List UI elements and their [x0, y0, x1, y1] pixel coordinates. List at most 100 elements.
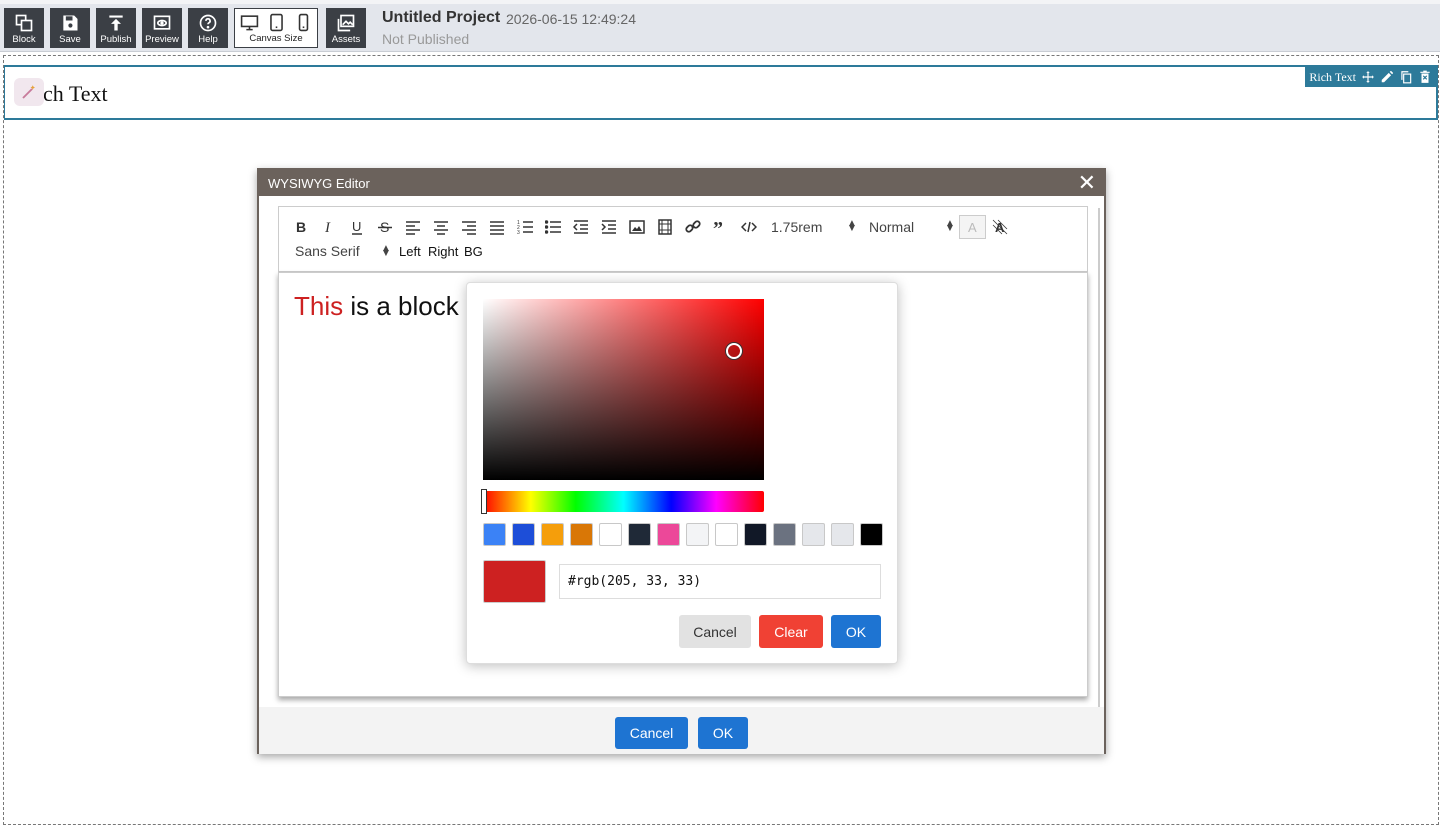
tablet-icon[interactable]	[267, 13, 286, 32]
video-icon[interactable]	[655, 217, 675, 237]
color-swatch[interactable]	[860, 523, 883, 546]
color-swatch[interactable]	[628, 523, 651, 546]
direction-left-button[interactable]: Left	[399, 244, 421, 259]
assets-icon	[337, 14, 355, 32]
color-swatch[interactable]	[773, 523, 796, 546]
modal-title: WYSIWYG Editor	[268, 176, 370, 191]
background-button[interactable]: BG	[464, 244, 483, 259]
preview-label: Preview	[145, 34, 179, 45]
strikethrough-icon[interactable]: S	[375, 217, 395, 237]
color-swatch[interactable]	[831, 523, 854, 546]
image-icon[interactable]	[627, 217, 647, 237]
color-swatch[interactable]	[686, 523, 709, 546]
color-swatches	[483, 523, 883, 546]
link-icon[interactable]	[683, 217, 703, 237]
help-label: Help	[198, 34, 218, 45]
project-datetime: 2026-06-15 12:49:24	[506, 11, 636, 27]
magic-wand-icon[interactable]	[14, 78, 44, 106]
indent-icon[interactable]	[599, 217, 619, 237]
rich-text-block[interactable]: ch Text Rich Text	[4, 65, 1438, 120]
color-swatch[interactable]	[541, 523, 564, 546]
italic-icon[interactable]: I	[319, 217, 339, 237]
color-value-input[interactable]	[559, 564, 881, 599]
picker-cancel-button[interactable]: Cancel	[679, 615, 751, 648]
color-picker-popup: Cancel Clear OK	[466, 282, 898, 664]
hue-slider[interactable]	[481, 489, 764, 514]
editor-text: This is a block	[294, 291, 459, 322]
font-size-select-arrow-icon: ▲ ▼	[847, 218, 857, 234]
copy-icon[interactable]	[1399, 70, 1413, 84]
color-swatch[interactable]	[657, 523, 680, 546]
font-family-select-arrow-icon: ▲ ▼	[381, 243, 391, 259]
bold-icon[interactable]: B	[291, 217, 311, 237]
move-icon[interactable]	[1361, 70, 1375, 84]
direction-right-button[interactable]: Right	[428, 244, 458, 259]
align-justify-icon[interactable]	[487, 217, 507, 237]
help-button[interactable]: Help	[188, 8, 228, 48]
save-button[interactable]: Save	[50, 8, 90, 48]
svg-text:A: A	[968, 220, 977, 235]
publish-status: Not Published	[382, 31, 470, 47]
paragraph-style-select-arrow-icon: ▲ ▼	[945, 218, 955, 234]
picker-ok-button[interactable]: OK	[831, 615, 881, 648]
rich-text-content: ch Text	[43, 81, 108, 106]
align-center-icon[interactable]	[431, 217, 451, 237]
canvas-size-button[interactable]: Canvas Size	[234, 8, 318, 48]
saturation-value-area[interactable]	[483, 299, 764, 480]
color-swatch[interactable]	[483, 523, 506, 546]
underline-icon[interactable]: U	[347, 217, 367, 237]
svg-text:U: U	[352, 219, 361, 234]
color-swatch[interactable]	[599, 523, 622, 546]
desktop-icon[interactable]	[240, 13, 259, 32]
paragraph-style-select[interactable]: Normal	[869, 219, 914, 235]
saturation-cursor[interactable]	[726, 343, 742, 359]
publish-button[interactable]: Publish	[96, 8, 136, 48]
hue-slider-thumb[interactable]	[481, 489, 487, 514]
color-swatch[interactable]	[512, 523, 535, 546]
svg-text:I: I	[324, 220, 331, 235]
save-icon	[63, 15, 78, 31]
color-swatch[interactable]	[715, 523, 738, 546]
modal-ok-button[interactable]: OK	[698, 717, 748, 749]
block-tools-label: Rich Text	[1309, 69, 1356, 84]
color-swatch[interactable]	[802, 523, 825, 546]
text-color-icon[interactable]: A	[959, 215, 986, 239]
ordered-list-icon[interactable]: 123	[515, 217, 535, 237]
canvas-size-label: Canvas Size	[249, 33, 303, 44]
publish-icon	[109, 15, 123, 31]
block-icon	[15, 14, 33, 32]
font-size-select[interactable]: 1.75rem	[771, 219, 822, 235]
align-right-icon[interactable]	[459, 217, 479, 237]
save-label: Save	[59, 34, 81, 45]
preview-button[interactable]: Preview	[142, 8, 182, 48]
svg-text:3: 3	[517, 230, 520, 235]
block-button[interactable]: Block	[4, 8, 44, 48]
editor-text-plain: is a block	[343, 291, 459, 321]
assets-button[interactable]: Assets	[326, 8, 366, 48]
delete-icon[interactable]	[1418, 70, 1432, 84]
mobile-icon[interactable]	[294, 13, 313, 32]
code-icon[interactable]	[739, 217, 759, 237]
editor-text-colored: This	[294, 291, 344, 321]
background-color-icon[interactable]: A	[990, 217, 1010, 237]
picker-clear-button[interactable]: Clear	[759, 615, 823, 648]
color-swatch[interactable]	[744, 523, 767, 546]
outdent-icon[interactable]	[571, 217, 591, 237]
color-preview	[483, 560, 546, 603]
block-label: Block	[12, 34, 36, 45]
modal-footer: Cancel OK	[259, 707, 1104, 754]
blockquote-icon[interactable]: ”	[711, 217, 731, 237]
publish-label: Publish	[100, 34, 132, 45]
align-left-icon[interactable]	[403, 217, 423, 237]
color-swatch[interactable]	[570, 523, 593, 546]
assets-label: Assets	[331, 34, 361, 45]
editor-toolbar: B I U S 123 ” 1.75rem ▲▼ Normal ▲▼ A A S…	[278, 206, 1088, 272]
modal-cancel-button[interactable]: Cancel	[615, 717, 688, 749]
font-family-select[interactable]: Sans Serif	[295, 243, 360, 259]
bullet-list-icon[interactable]	[543, 217, 563, 237]
svg-text:B: B	[296, 219, 306, 235]
edit-icon[interactable]	[1380, 70, 1394, 84]
project-title: Untitled Project	[382, 9, 501, 26]
modal-scrollbar[interactable]	[1098, 208, 1100, 732]
close-icon[interactable]: ✕	[1078, 172, 1096, 194]
